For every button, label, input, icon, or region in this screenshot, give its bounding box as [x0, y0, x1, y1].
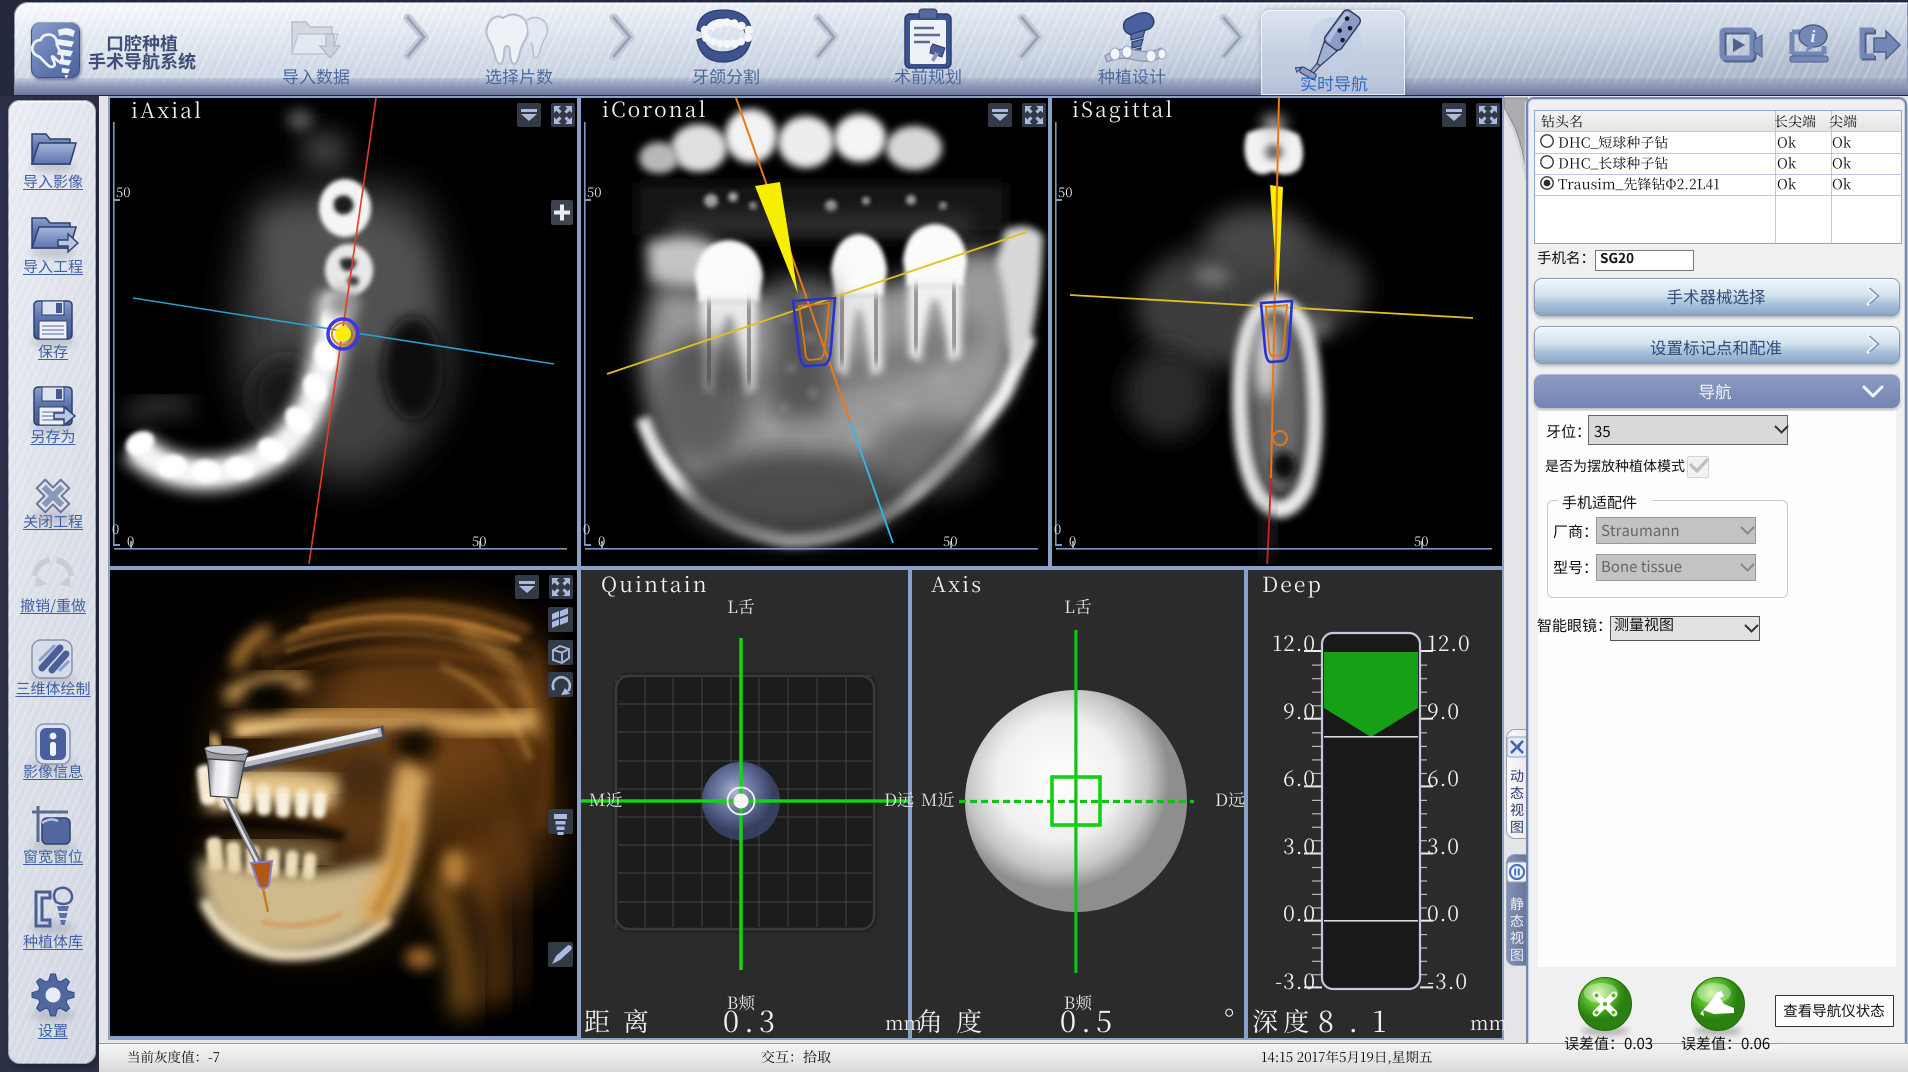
svg-text:i: i — [1811, 27, 1816, 46]
